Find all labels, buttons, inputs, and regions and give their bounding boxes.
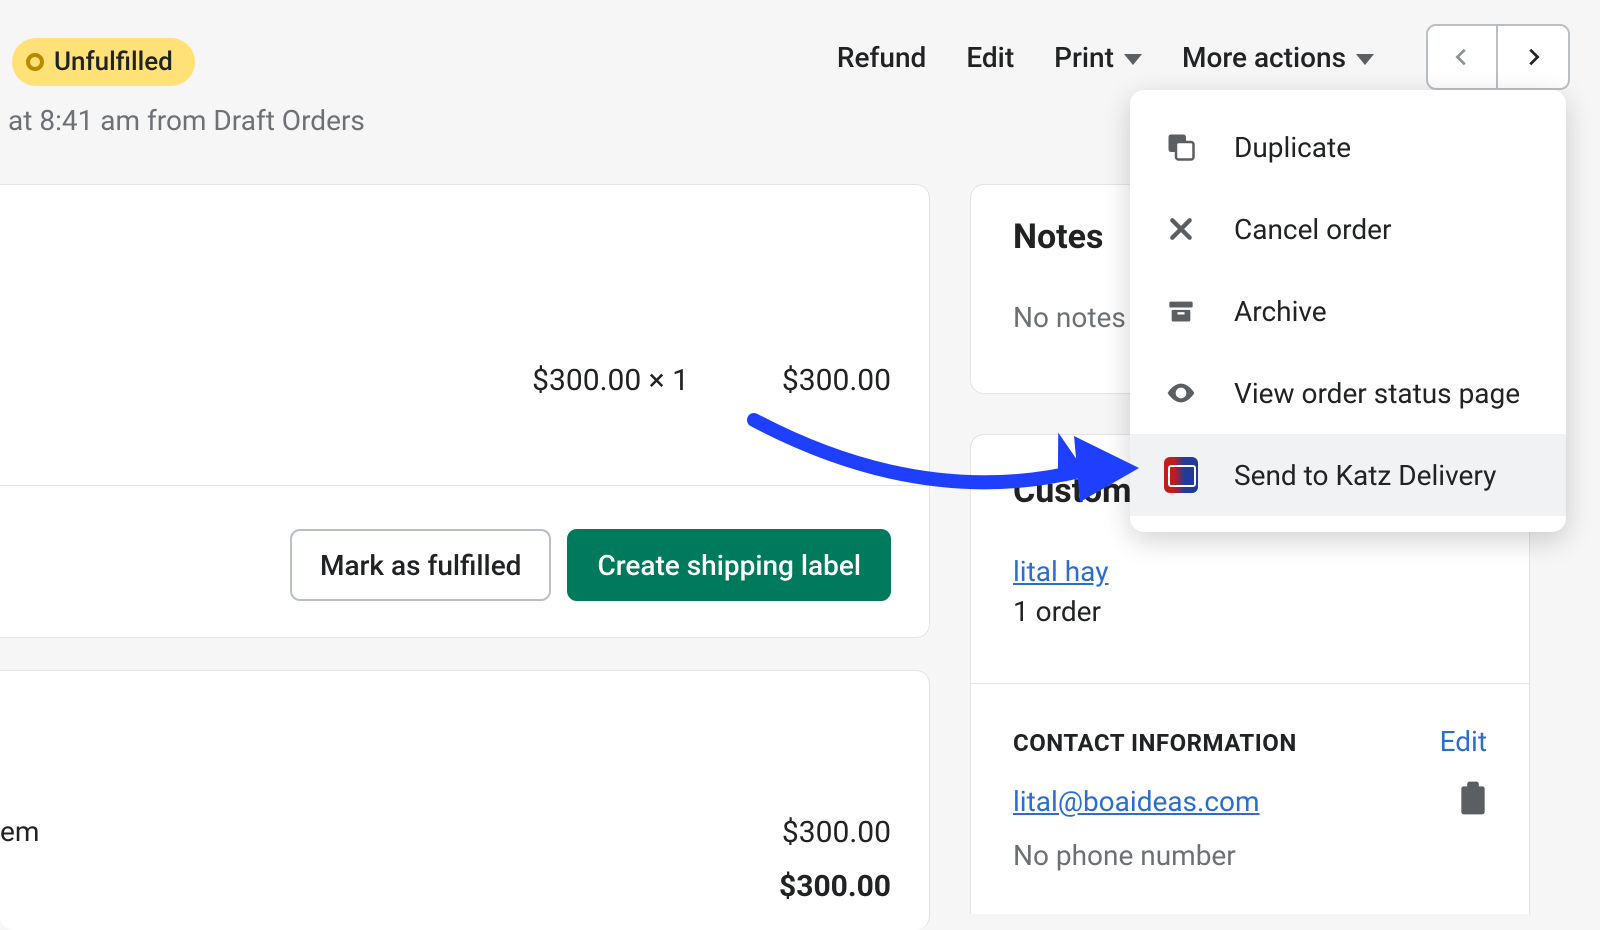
edit-label: Edit bbox=[966, 41, 1014, 74]
next-button[interactable] bbox=[1498, 24, 1570, 90]
customer-order-count: 1 order bbox=[1013, 595, 1101, 628]
fulfillment-card: $300.00 × 1 $300.00 Mark as fulfilled Cr… bbox=[0, 184, 930, 638]
archive-icon bbox=[1164, 294, 1198, 328]
mark-fulfilled-button[interactable]: Mark as fulfilled bbox=[290, 529, 552, 601]
dropdown-archive-label: Archive bbox=[1234, 295, 1327, 328]
close-icon bbox=[1164, 212, 1198, 246]
status-dot-icon bbox=[26, 53, 44, 71]
divider bbox=[0, 485, 929, 486]
summary-subtotal: $300.00 bbox=[782, 815, 891, 850]
contact-edit-button[interactable]: Edit bbox=[1440, 725, 1487, 758]
caret-down-icon bbox=[1124, 54, 1142, 65]
katz-delivery-icon bbox=[1164, 458, 1198, 492]
refund-label: Refund bbox=[837, 41, 926, 74]
print-button[interactable]: Print bbox=[1054, 41, 1142, 74]
notes-heading: Notes bbox=[1013, 217, 1104, 257]
create-shipping-label-button[interactable]: Create shipping label bbox=[567, 529, 891, 601]
dropdown-cancel-label: Cancel order bbox=[1234, 213, 1392, 246]
divider bbox=[971, 683, 1529, 684]
more-actions-label: More actions bbox=[1182, 41, 1346, 74]
dropdown-send-katz-label: Send to Katz Delivery bbox=[1234, 459, 1496, 492]
fulfillment-actions: Mark as fulfilled Create shipping label bbox=[290, 529, 891, 601]
notes-empty-text: No notes bbox=[1013, 301, 1126, 334]
mark-fulfilled-label: Mark as fulfilled bbox=[320, 549, 522, 582]
more-actions-dropdown: Duplicate Cancel order Archive View orde… bbox=[1130, 90, 1566, 532]
dropdown-send-katz[interactable]: Send to Katz Delivery bbox=[1130, 434, 1566, 516]
duplicate-icon bbox=[1164, 130, 1198, 164]
contact-info-heading: CONTACT INFORMATION bbox=[1013, 729, 1297, 757]
caret-down-icon bbox=[1356, 54, 1374, 65]
prev-button[interactable] bbox=[1426, 24, 1498, 90]
dropdown-duplicate-label: Duplicate bbox=[1234, 131, 1351, 164]
chevron-right-icon bbox=[1522, 46, 1544, 68]
summary-fragment: em bbox=[0, 815, 39, 848]
eye-icon bbox=[1164, 376, 1198, 410]
chevron-left-icon bbox=[1451, 46, 1473, 68]
customer-heading: Custom bbox=[1013, 471, 1131, 511]
edit-button[interactable]: Edit bbox=[966, 41, 1014, 74]
dropdown-archive[interactable]: Archive bbox=[1130, 270, 1566, 352]
topbar: Unfulfilled Refund Edit Print More actio… bbox=[0, 24, 1600, 94]
dropdown-view-status[interactable]: View order status page bbox=[1130, 352, 1566, 434]
line-total: $300.00 bbox=[782, 363, 891, 398]
order-subhead: at 8:41 am from Draft Orders bbox=[8, 104, 365, 137]
toolbar: Refund Edit Print More actions bbox=[837, 24, 1570, 90]
clipboard-icon[interactable] bbox=[1459, 781, 1487, 815]
dropdown-duplicate[interactable]: Duplicate bbox=[1130, 106, 1566, 188]
dropdown-cancel-order[interactable]: Cancel order bbox=[1130, 188, 1566, 270]
customer-name-link[interactable]: lital hay bbox=[1013, 555, 1108, 588]
status-badge-unfulfilled: Unfulfilled bbox=[12, 38, 195, 86]
line-unit-price: $300.00 × 1 bbox=[532, 363, 689, 398]
dropdown-view-status-label: View order status page bbox=[1234, 377, 1520, 410]
print-label: Print bbox=[1054, 41, 1114, 74]
summary-total: $300.00 bbox=[779, 869, 891, 904]
create-shipping-label-label: Create shipping label bbox=[597, 549, 861, 582]
pager bbox=[1426, 24, 1570, 90]
customer-email-link[interactable]: lital@boaideas.com bbox=[1013, 785, 1260, 818]
refund-button[interactable]: Refund bbox=[837, 41, 926, 74]
more-actions-button[interactable]: More actions bbox=[1182, 41, 1374, 74]
status-badge-label: Unfulfilled bbox=[54, 47, 173, 77]
summary-card: em $300.00 $300.00 bbox=[0, 670, 930, 930]
customer-phone-empty: No phone number bbox=[1013, 839, 1236, 872]
